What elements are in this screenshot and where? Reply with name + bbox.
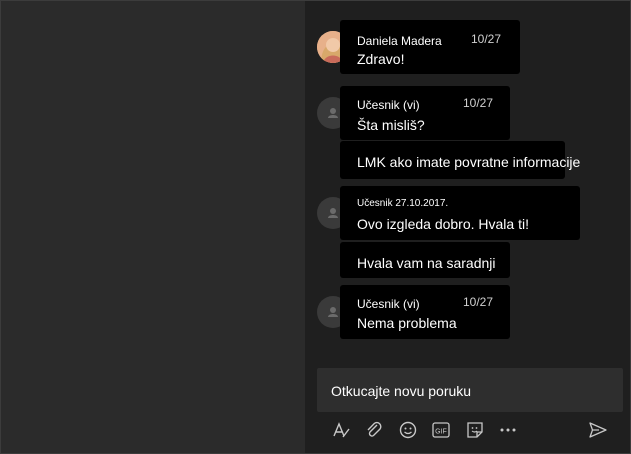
more-icon [500,428,516,432]
svg-text:GIF: GIF [435,429,447,436]
sender-name: Učesnik (vi) [357,98,420,112]
format-button[interactable] [331,420,351,440]
left-pane [1,1,305,453]
sender-name: Učesnik 27.10.2017. [357,198,449,209]
message-time: 10/27 [471,32,502,46]
send-button[interactable] [588,420,608,440]
emoji-icon [399,421,417,439]
more-button[interactable] [498,420,518,440]
compose-box[interactable] [317,368,623,412]
message-text: Šta misliš? [357,117,425,133]
message-time: 10/27 [463,295,494,309]
message-input[interactable] [329,380,613,402]
gif-icon: GIF [432,422,450,438]
attach-icon [367,421,382,437]
message-text: Nema problema [357,315,457,331]
message-text: Zdravo! [357,51,405,67]
format-icon [333,422,350,438]
message-text: LMK ako imate povratne informacije [357,154,581,170]
emoji-button[interactable] [398,420,418,440]
sticker-button[interactable] [465,420,485,440]
gif-button[interactable]: GIF [431,420,451,440]
sticker-icon [467,422,483,438]
message-text: Hvala vam na saradnji [357,255,496,271]
sender-name: Učesnik (vi) [357,297,420,311]
send-icon [589,422,607,438]
message-time: 10/27 [463,96,494,110]
sender-name: Daniela Madera [357,34,442,48]
message-text: Ovo izgleda dobro. Hvala ti! [357,216,529,232]
attach-button[interactable] [364,420,384,440]
